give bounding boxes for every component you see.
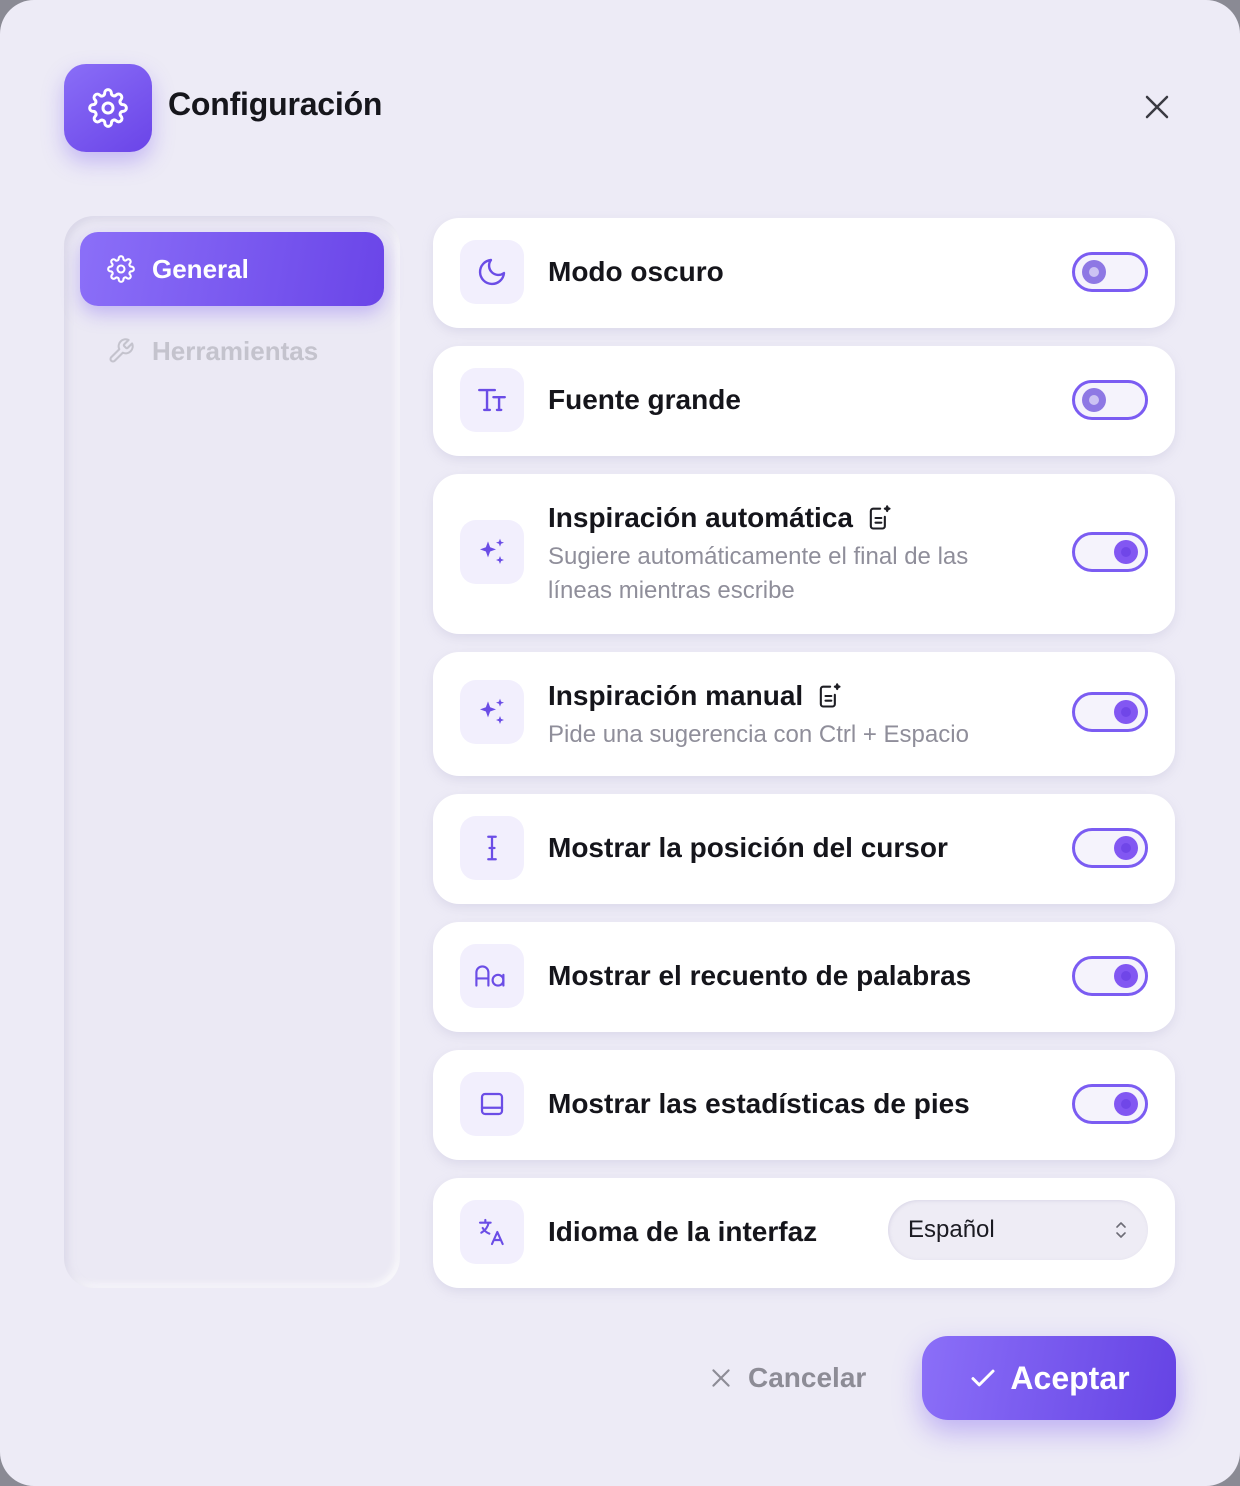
check-icon [971, 1369, 995, 1387]
footer-stats-toggle[interactable] [1072, 1084, 1148, 1124]
setting-title: Inspiración automática [548, 502, 893, 534]
auto-inspiration-toggle[interactable] [1072, 532, 1148, 572]
setting-title: Fuente grande [548, 384, 741, 415]
gear-icon [106, 254, 136, 284]
setting-description: Sugiere automáticamente el final de las … [548, 543, 969, 604]
text-size-icon [460, 368, 524, 432]
translate-icon [460, 1200, 524, 1264]
setting-large-font: Fuente grande [433, 346, 1175, 456]
word-count-toggle[interactable] [1072, 956, 1148, 996]
setting-title: Modo oscuro [548, 256, 724, 287]
setting-footer-stats: Mostrar las estadísticas de pies [433, 1050, 1175, 1160]
setting-title: Mostrar la posición del cursor [548, 832, 948, 863]
ai-document-icon [865, 504, 893, 532]
cancel-label: Cancelar [748, 1362, 867, 1393]
dialog-title: Configuración [168, 86, 383, 122]
setting-word-count: Mostrar el recuento de palabras [433, 922, 1175, 1032]
cancel-button[interactable]: Cancelar [708, 1356, 866, 1400]
manual-inspiration-toggle[interactable] [1072, 692, 1148, 732]
font-case-icon [460, 944, 524, 1008]
language-select-value: Español [908, 1216, 995, 1243]
wrench-icon [106, 336, 136, 366]
setting-auto-inspiration: Inspiración automática Sugiere automátic… [433, 474, 1175, 634]
large-font-toggle[interactable] [1072, 380, 1148, 420]
accept-button[interactable]: Aceptar [922, 1336, 1176, 1420]
setting-cursor-position: Mostrar la posición del cursor [433, 794, 1175, 904]
settings-dialog: Configuración General Herramientas Modo … [0, 0, 1240, 1486]
sidebar-item-general[interactable]: General [80, 232, 384, 306]
sparkles-icon [460, 520, 524, 584]
setting-title: Mostrar las estadísticas de pies [548, 1088, 970, 1119]
gear-icon [64, 64, 152, 152]
sidebar-item-label: Herramientas [152, 335, 319, 366]
footer-panel-icon [460, 1072, 524, 1136]
close-icon [1145, 95, 1169, 119]
setting-dark-mode: Modo oscuro [433, 218, 1175, 328]
setting-title: Inspiración manual [548, 680, 843, 712]
dark-mode-toggle[interactable] [1072, 252, 1148, 292]
language-select[interactable]: Español [888, 1200, 1148, 1260]
sidebar: General Herramientas [64, 216, 400, 1288]
setting-title: Mostrar el recuento de palabras [548, 960, 972, 991]
setting-description: Pide una sugerencia con Ctrl + Espacio [548, 721, 969, 748]
sidebar-item-herramientas[interactable]: Herramientas [80, 314, 384, 388]
close-button[interactable] [1136, 86, 1178, 128]
close-icon [712, 1369, 730, 1387]
sidebar-item-label: General [152, 253, 249, 284]
ai-document-icon [815, 682, 843, 710]
setting-manual-inspiration: Inspiración manual Pide una sugerencia c… [433, 652, 1175, 776]
text-cursor-icon [460, 816, 524, 880]
setting-interface-language: Idioma de la interfaz Español [433, 1178, 1175, 1288]
setting-title: Idioma de la interfaz [548, 1216, 818, 1247]
chevron-updown-icon [1116, 1222, 1126, 1238]
accept-label: Aceptar [1010, 1359, 1130, 1396]
cursor-position-toggle[interactable] [1072, 828, 1148, 868]
sparkles-icon [460, 680, 524, 744]
moon-icon [460, 240, 524, 304]
